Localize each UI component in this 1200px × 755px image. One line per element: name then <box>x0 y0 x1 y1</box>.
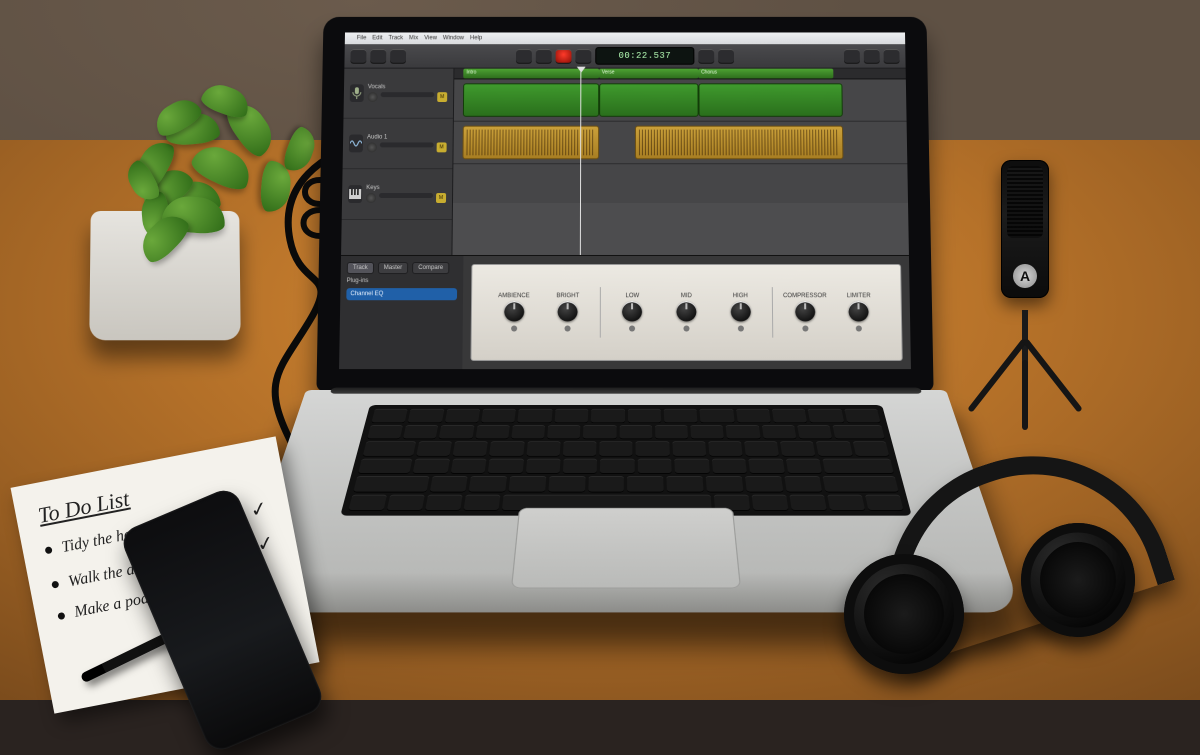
record-button[interactable] <box>556 49 572 63</box>
plant-pot <box>89 211 240 340</box>
lane-2[interactable] <box>453 164 908 207</box>
rewind-button[interactable] <box>516 49 532 63</box>
tab-track[interactable]: Track <box>347 262 374 274</box>
track-name-2: Keys <box>366 185 446 191</box>
track-header-2[interactable]: Keys M <box>342 169 453 220</box>
controls-toggle[interactable] <box>370 49 386 63</box>
lane-0[interactable] <box>454 79 907 121</box>
controls-strip: AMBIENCE BRIGHT LOW MID HIGH COMPRESSOR … <box>470 264 902 361</box>
ruler[interactable]: Intro Verse Chorus <box>454 69 906 80</box>
volume-slider[interactable] <box>381 92 435 97</box>
ear-cup-right <box>1021 523 1135 637</box>
track-header-1[interactable]: Audio 1 M <box>343 119 453 169</box>
wave-icon <box>349 135 363 153</box>
volume-slider[interactable] <box>380 142 434 147</box>
play-button[interactable] <box>536 49 552 63</box>
volume-slider[interactable] <box>379 193 433 198</box>
menu-file[interactable]: File <box>357 35 367 41</box>
tab-compare[interactable]: Compare <box>412 262 449 274</box>
marker-0[interactable]: Intro <box>463 69 598 79</box>
empty-lanes[interactable] <box>452 203 909 255</box>
headphones <box>840 450 1160 680</box>
cycle-button[interactable] <box>575 49 591 63</box>
pan-knob[interactable] <box>366 193 376 203</box>
track-header-0[interactable]: Vocals M <box>343 69 453 119</box>
editors-toggle[interactable] <box>390 49 406 63</box>
count-in-button[interactable] <box>698 49 714 63</box>
transport-toolbar: 00:22.537 <box>344 44 905 68</box>
menu-edit[interactable]: Edit <box>372 35 382 41</box>
region[interactable] <box>463 83 599 116</box>
region[interactable] <box>698 83 843 116</box>
region[interactable] <box>599 83 699 116</box>
laptop: File Edit Track Mix View Window Help <box>320 14 930 682</box>
knob-ambience[interactable]: AMBIENCE <box>492 293 537 331</box>
mute-button[interactable]: M <box>437 92 447 102</box>
timeline[interactable]: Intro Verse Chorus <box>452 69 909 255</box>
ear-cup-left <box>844 554 964 674</box>
mute-button[interactable]: M <box>437 142 447 152</box>
mic-grille <box>1007 166 1043 238</box>
menu-mix[interactable]: Mix <box>409 35 418 41</box>
plugins-label: Plug-ins <box>347 278 458 284</box>
mic-icon <box>350 84 364 102</box>
mute-button[interactable]: M <box>436 193 446 203</box>
microphone: A <box>950 160 1100 460</box>
tab-master[interactable]: Master <box>378 262 409 274</box>
menu-help[interactable]: Help <box>470 35 482 41</box>
metronome-button[interactable] <box>718 49 734 63</box>
knob-low[interactable]: LOW <box>610 293 654 331</box>
pan-knob[interactable] <box>368 92 378 102</box>
smart-controls: Track Master Compare Plug-ins Channel EQ… <box>339 255 911 369</box>
library-toggle[interactable] <box>350 49 366 63</box>
track-name-0: Vocals <box>368 84 448 90</box>
knob-mid[interactable]: MID <box>664 293 708 331</box>
menu-window[interactable]: Window <box>443 35 464 41</box>
knob-high[interactable]: HIGH <box>718 293 763 331</box>
track-header-panel: Vocals M Audio 1 M <box>341 69 454 255</box>
knob-limiter[interactable]: LIMITER <box>837 293 882 331</box>
knob-compressor[interactable]: COMPRESSOR <box>783 293 828 331</box>
menu-track[interactable]: Track <box>388 35 403 41</box>
laptop-lid: File Edit Track Mix View Window Help <box>316 17 933 392</box>
media-toggle[interactable] <box>884 49 900 63</box>
marker-2[interactable]: Chorus <box>698 69 833 79</box>
knob-bright[interactable]: BRIGHT <box>546 293 590 331</box>
mic-logo: A <box>1013 264 1037 288</box>
marker-1[interactable]: Verse <box>599 69 698 79</box>
timecode-display[interactable]: 00:22.537 <box>595 47 694 65</box>
os-menubar[interactable]: File Edit Track Mix View Window Help <box>345 32 905 44</box>
arrange-area: Vocals M Audio 1 M <box>341 69 909 255</box>
region[interactable] <box>635 126 844 160</box>
loops-toggle[interactable] <box>864 49 880 63</box>
pan-knob[interactable] <box>367 142 377 152</box>
laptop-keyboard[interactable] <box>340 405 912 516</box>
piano-icon <box>348 185 362 203</box>
laptop-screen: File Edit Track Mix View Window Help <box>339 32 911 369</box>
notepad-toggle[interactable] <box>844 49 860 63</box>
plugin-slot[interactable]: Channel EQ <box>346 288 457 300</box>
check-icon: ✓ <box>248 496 269 524</box>
lane-1[interactable] <box>453 122 907 165</box>
laptop-trackpad[interactable] <box>511 508 741 589</box>
menu-view[interactable]: View <box>424 35 437 41</box>
region[interactable] <box>463 126 599 160</box>
track-name-1: Audio 1 <box>367 135 447 141</box>
